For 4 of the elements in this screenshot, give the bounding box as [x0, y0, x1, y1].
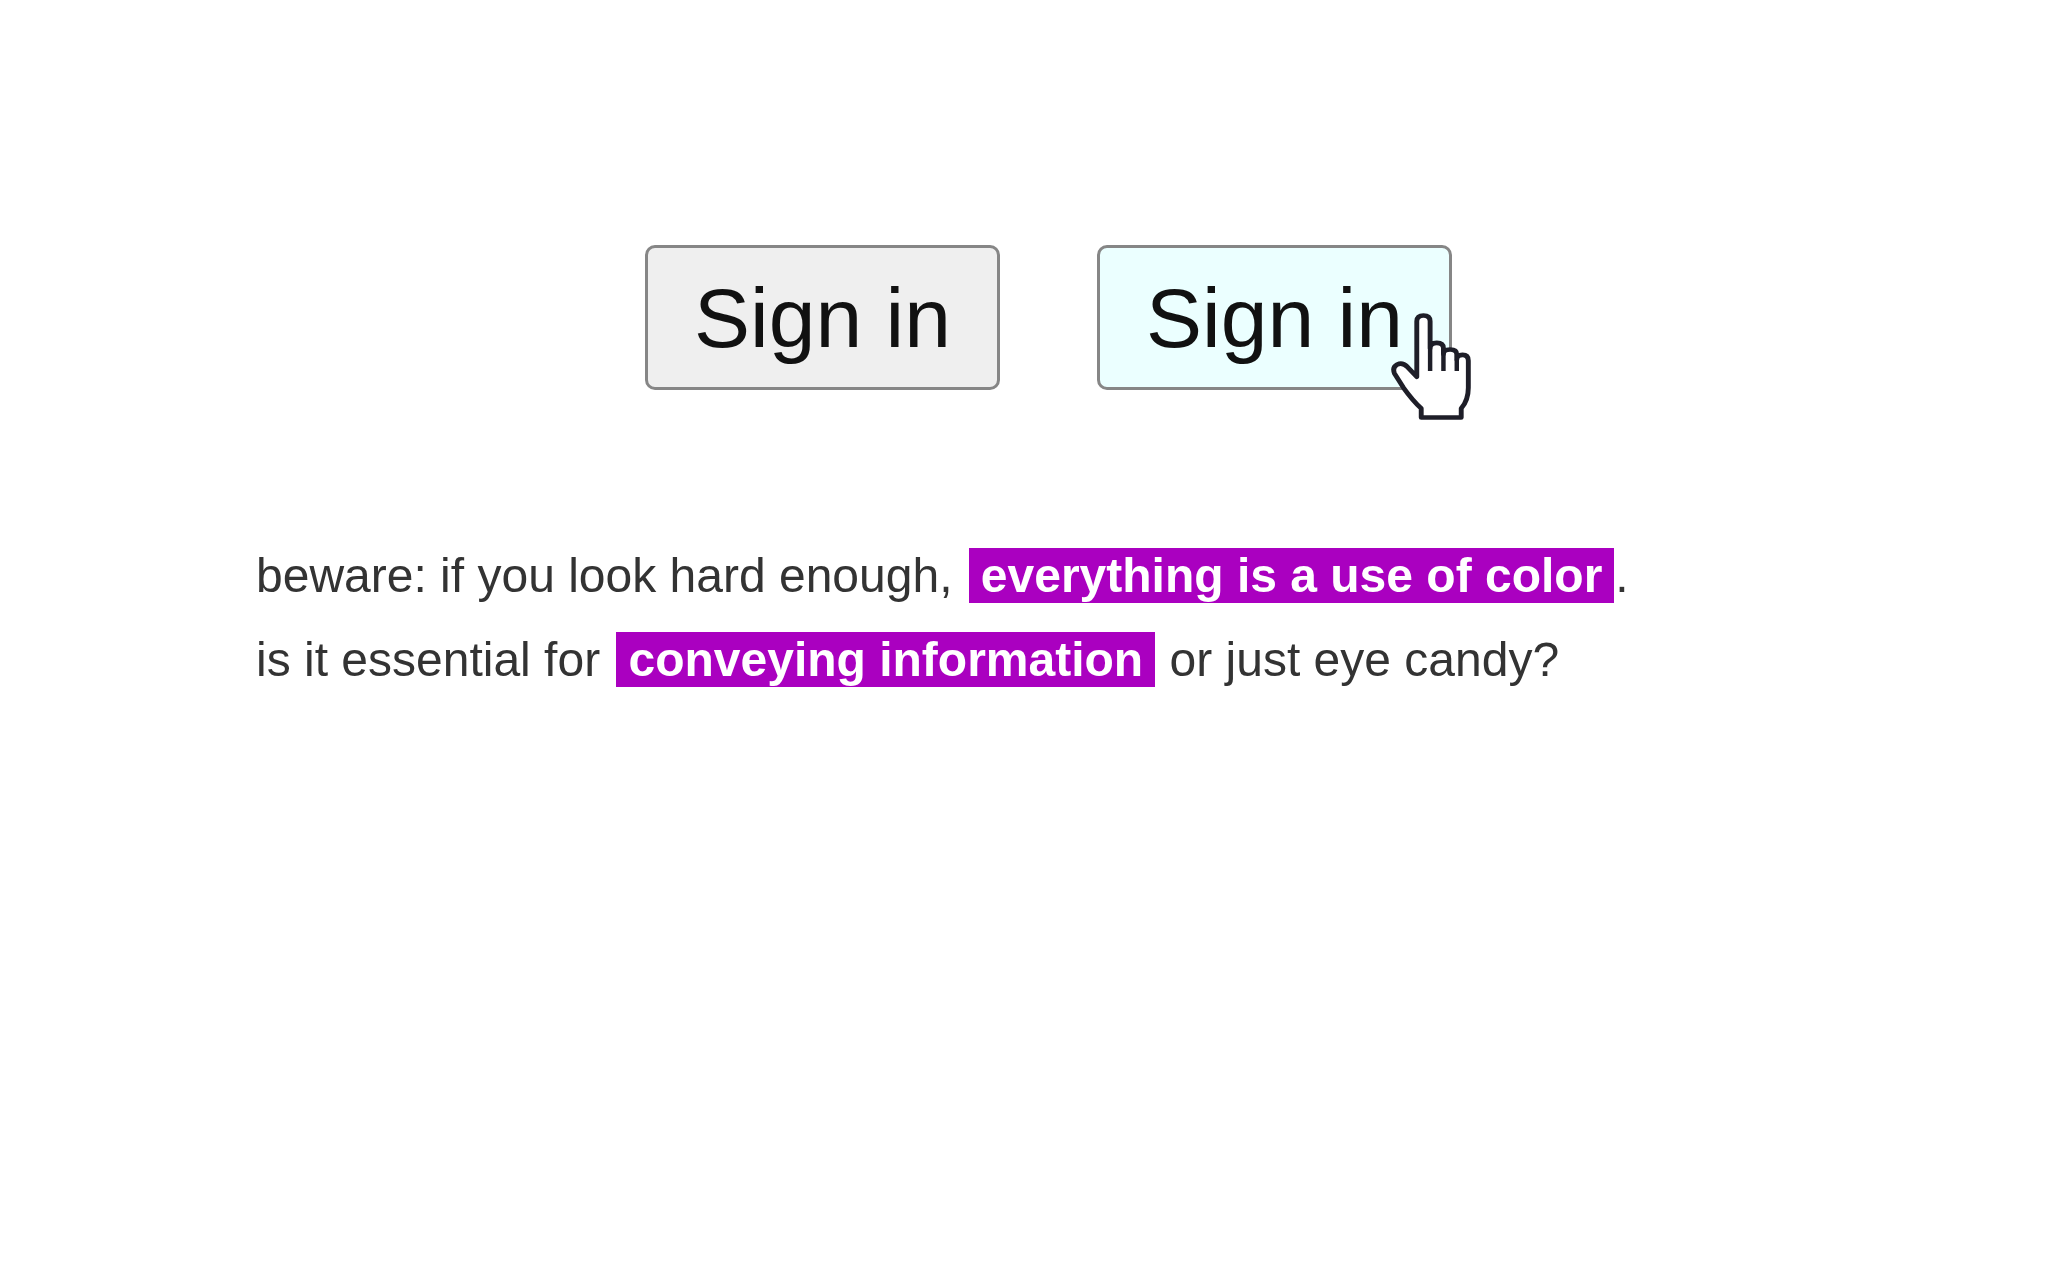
sign-in-button[interactable]: Sign in — [645, 245, 1000, 390]
sign-in-button[interactable]: Sign in — [1097, 245, 1452, 390]
highlighted-sentence: beware: if you look hard enough, everything is a use of color. — [256, 547, 1629, 605]
highlighted-sentence: is it essential for conveying information or just eye candy? — [256, 631, 1560, 689]
